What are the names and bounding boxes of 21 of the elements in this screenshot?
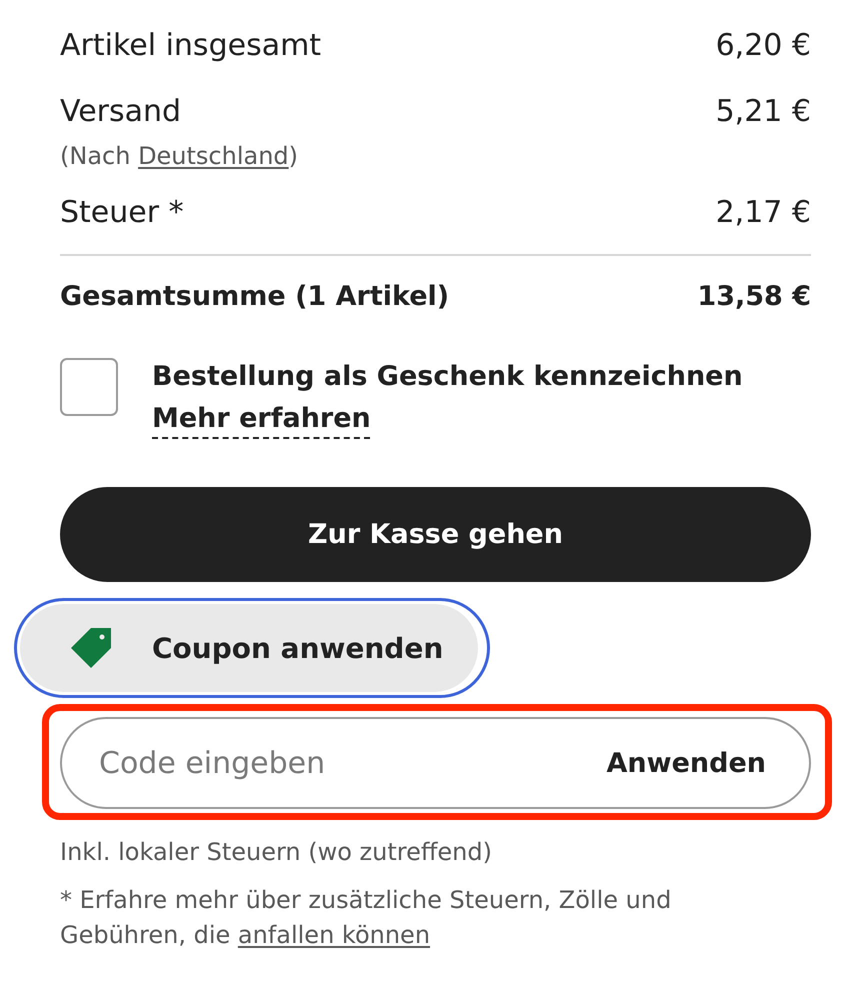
gift-label: Bestellung als Geschenk kennzeichnen — [152, 360, 743, 394]
summary-label: Artikel insgesamt — [60, 28, 322, 64]
shipping-note: (Nach Deutschland) — [60, 142, 300, 170]
duties-link[interactable]: anfallen können — [238, 921, 430, 949]
summary-label: Versand — [60, 94, 182, 130]
tax-footnote: * Erfahre mehr über zusätzliche Steuern, Zölle und Gebühren, die anfallen können — [60, 885, 672, 951]
summary-label: Steuer * — [60, 195, 184, 231]
learn-more-link[interactable]: Mehr erfahren — [152, 403, 371, 434]
tag-icon — [71, 628, 111, 668]
checkout-button[interactable]: Zur Kasse gehen — [60, 487, 811, 582]
coupon-code-field[interactable]: Code eingeben Anwenden — [60, 717, 811, 809]
coupon-button[interactable]: Coupon anwenden — [20, 604, 478, 692]
summary-value: 2,17 € — [716, 195, 811, 231]
summary-value: 5,21 € — [716, 94, 811, 130]
tax-note: Inkl. lokaler Steuern (wo zutreffend) — [60, 837, 493, 868]
destination-link[interactable]: Deutschland — [138, 142, 289, 170]
total-label: Gesamtsumme (1 Artikel) — [60, 280, 450, 314]
total-value: 13,58 € — [697, 280, 811, 314]
gift-checkbox[interactable] — [60, 358, 118, 416]
summary-value: 6,20 € — [716, 28, 811, 64]
apply-button[interactable]: Anwenden — [606, 748, 766, 778]
